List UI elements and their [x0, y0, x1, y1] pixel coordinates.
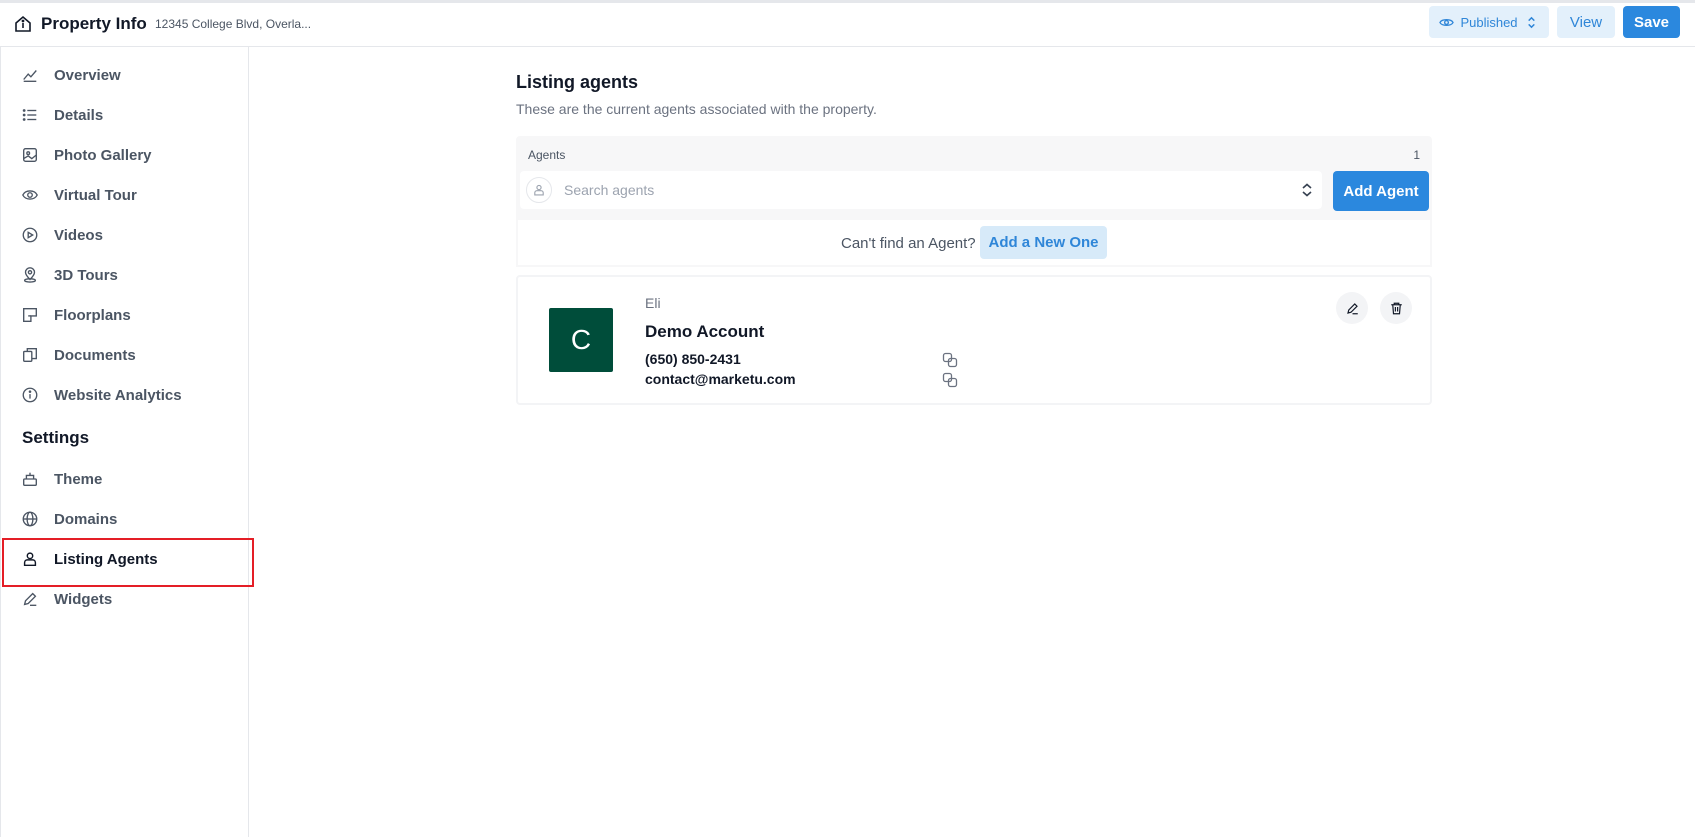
- sidebar-item-label: Domains: [54, 510, 118, 528]
- sidebar-item-virtual-tour[interactable]: Virtual Tour: [1, 175, 250, 215]
- section-heading: Listing agents: [516, 72, 639, 92]
- sidebar-item-label: 3D Tours: [54, 266, 118, 284]
- sidebar-item-3d-tours[interactable]: 3D Tours: [1, 255, 250, 295]
- sidebar-item-theme[interactable]: Theme: [1, 459, 250, 499]
- chevron-updown-icon: [1527, 16, 1535, 28]
- trash-icon: [1390, 302, 1402, 314]
- eye-icon: [20, 185, 40, 205]
- add-new-agent-button[interactable]: Add a New One: [980, 226, 1107, 259]
- sidebar-item-floorplans[interactable]: Floorplans: [1, 295, 250, 335]
- selection-highlight: [2, 538, 254, 587]
- list-icon: [20, 105, 40, 125]
- edit-agent-button[interactable]: [1336, 292, 1368, 324]
- search-input[interactable]: [564, 180, 1264, 200]
- floorplan-icon: [20, 305, 40, 325]
- eye-icon: [1439, 18, 1455, 26]
- documents-icon: [20, 345, 40, 365]
- sidebar-item-label: Website Analytics: [54, 386, 182, 404]
- agent-email: contact@marketu.com: [645, 371, 796, 387]
- agents-label: Agents: [528, 148, 566, 162]
- image-icon: [20, 145, 40, 165]
- location-pin-icon: [20, 265, 40, 285]
- chevron-updown-icon[interactable]: [1300, 182, 1314, 198]
- sidebar: Overview Details Photo Gallery Virtual T…: [0, 47, 249, 837]
- pencil-icon: [1346, 302, 1358, 314]
- sidebar-item-overview[interactable]: Overview: [1, 55, 250, 95]
- settings-heading: Settings: [22, 428, 90, 447]
- agents-count: 1: [1413, 148, 1420, 162]
- sidebar-item-documents[interactable]: Documents: [1, 335, 250, 375]
- view-button[interactable]: View: [1557, 6, 1615, 38]
- sidebar-item-website-analytics[interactable]: Website Analytics: [1, 375, 250, 415]
- globe-icon: [20, 509, 40, 529]
- sidebar-item-label: Photo Gallery: [54, 146, 152, 164]
- sidebar-item-label: Details: [54, 106, 104, 124]
- save-button[interactable]: Save: [1623, 6, 1680, 38]
- delete-agent-button[interactable]: [1380, 292, 1412, 324]
- sidebar-item-label: Overview: [54, 66, 121, 84]
- paint-bucket-icon: [20, 469, 40, 489]
- agent-phone: (650) 850-2431: [645, 351, 741, 367]
- agent-card: C Eli Demo Account (650) 850-2431 contac…: [516, 275, 1432, 405]
- agent-full-name: Demo Account: [645, 322, 765, 341]
- sidebar-item-photo-gallery[interactable]: Photo Gallery: [1, 135, 250, 175]
- info-icon: [20, 385, 40, 405]
- home-info-icon[interactable]: [13, 14, 33, 34]
- copy-email-icon[interactable]: [942, 372, 958, 388]
- agent-first-name: Eli: [645, 295, 661, 311]
- sidebar-item-videos[interactable]: Videos: [1, 215, 250, 255]
- chart-line-icon: [20, 65, 40, 85]
- sidebar-item-label: Floorplans: [54, 306, 131, 324]
- sidebar-item-domains[interactable]: Domains: [1, 499, 250, 539]
- add-agent-button[interactable]: Add Agent: [1333, 171, 1429, 211]
- status-select[interactable]: Published: [1429, 6, 1549, 38]
- user-icon: [526, 177, 552, 203]
- copy-phone-icon[interactable]: [942, 352, 958, 368]
- cant-find-text: Can't find an Agent?: [841, 235, 976, 252]
- pencil-icon: [20, 589, 40, 609]
- status-label: Published: [1460, 14, 1518, 30]
- section-subheading: These are the current agents associated …: [516, 101, 877, 117]
- play-circle-icon: [20, 225, 40, 245]
- cant-find-row: Can't find an Agent? Add a New One: [516, 220, 1432, 267]
- sidebar-item-details[interactable]: Details: [1, 95, 250, 135]
- page-title: Property Info: [41, 14, 147, 33]
- sidebar-item-label: Theme: [54, 470, 103, 488]
- avatar: C: [549, 308, 613, 372]
- agent-search-select[interactable]: [520, 171, 1322, 209]
- sidebar-item-label: Virtual Tour: [54, 186, 137, 204]
- sidebar-item-label: Widgets: [54, 590, 113, 608]
- agents-panel: Agents 1 Add Agent Can't find an Agent? …: [516, 136, 1432, 267]
- top-bar: Property Info 12345 College Blvd, Overla…: [0, 0, 1695, 47]
- sidebar-item-label: Documents: [54, 346, 136, 364]
- property-address: 12345 College Blvd, Overla...: [155, 17, 312, 31]
- sidebar-item-label: Videos: [54, 226, 103, 244]
